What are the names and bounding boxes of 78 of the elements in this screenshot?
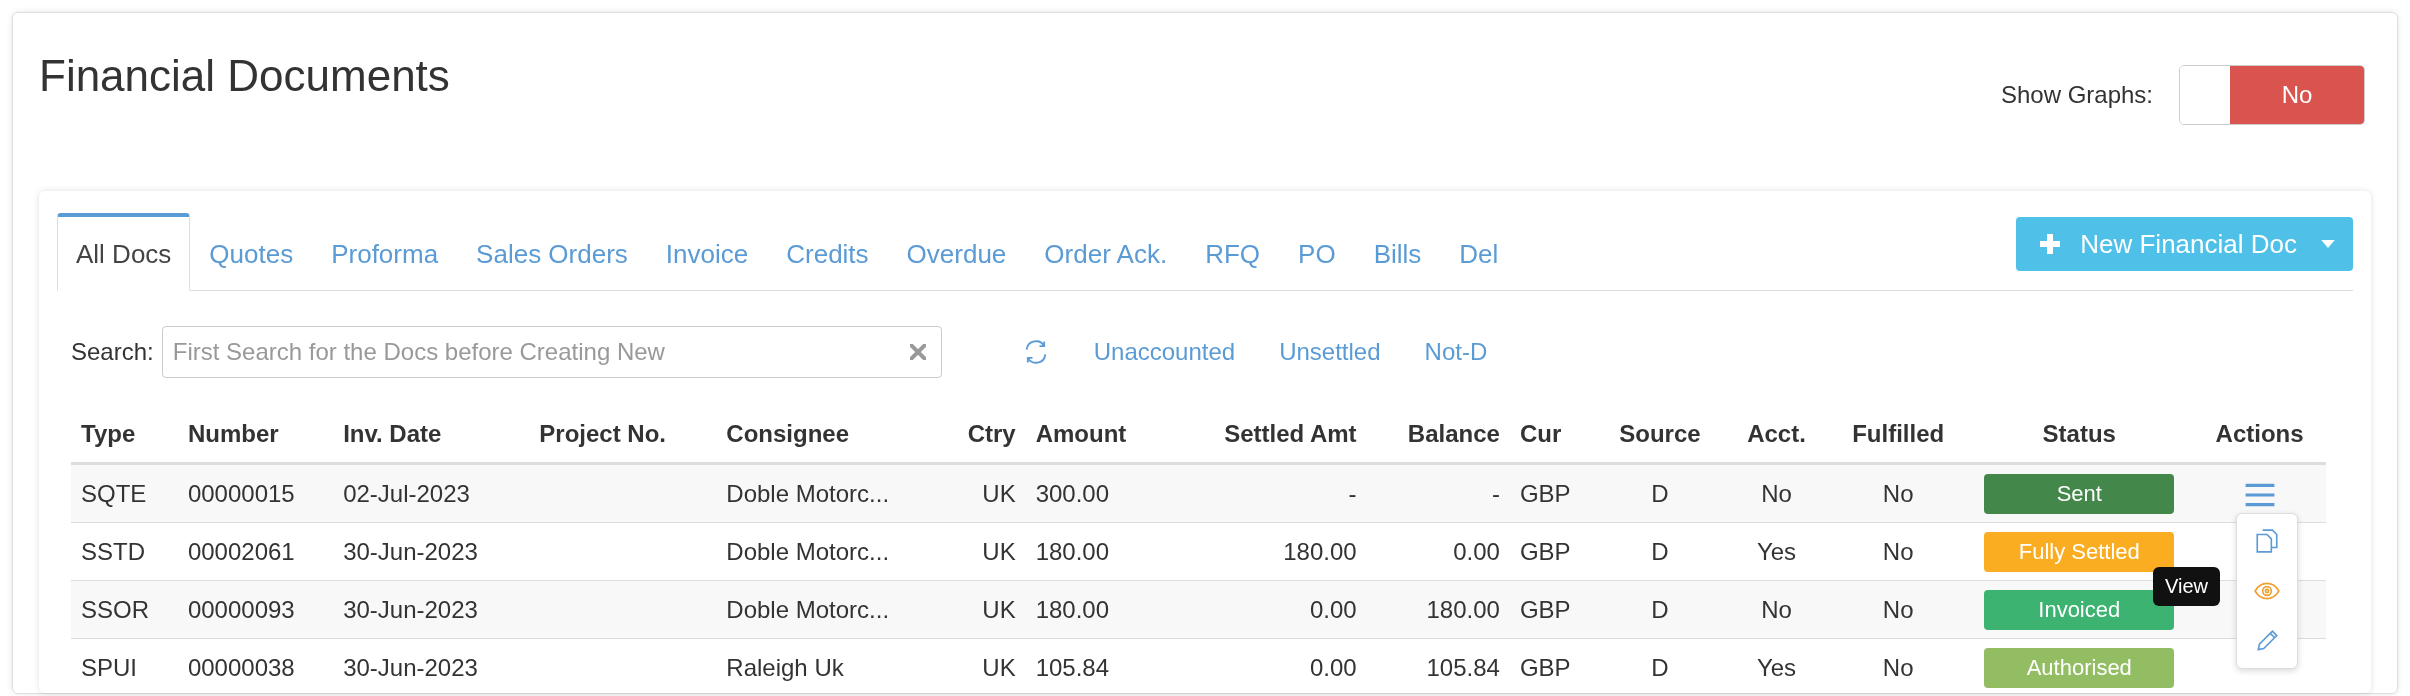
table-cell: 30-Jun-2023 [333, 580, 530, 639]
filter-link[interactable]: Unsettled [1279, 338, 1381, 366]
table-cell: 30-Jun-2023 [333, 522, 530, 581]
table-cell: UK [938, 463, 1026, 523]
table-cell: D [1597, 522, 1723, 581]
table-cell: No [1831, 463, 1966, 523]
table-cell: 105.84 [1025, 638, 1160, 696]
table-cell: 180.00 [1025, 580, 1160, 639]
filter-link[interactable]: Not-D [1424, 338, 1488, 366]
tab[interactable]: Invoice [646, 213, 768, 291]
tab[interactable]: Proforma [312, 213, 458, 291]
tab[interactable]: PO [1279, 213, 1355, 291]
table-cell: Doble Motorc... [716, 522, 939, 581]
page-title: Financial Documents [39, 51, 450, 101]
search-field[interactable]: First Search for the Docs before Creating New [161, 326, 942, 378]
table-cell: 0.00 [1159, 638, 1367, 696]
table-cell: GBP [1509, 522, 1598, 581]
graphs-toggle[interactable]: No [2179, 65, 2365, 125]
clear-icon[interactable] [909, 344, 926, 360]
tab[interactable]: Quotes [190, 213, 313, 291]
pencil-icon[interactable] [2254, 628, 2280, 654]
table-cell: 105.84 [1366, 638, 1510, 696]
table-cell: 0.00 [1366, 522, 1510, 581]
table-cell: D [1597, 463, 1723, 523]
caret-icon [2321, 239, 2335, 249]
search-label: Search: [71, 338, 154, 366]
tab[interactable]: Del [1440, 213, 1518, 291]
table-cell: 02-Jul-2023 [333, 463, 530, 523]
tab[interactable]: Order Ack. [1025, 213, 1187, 291]
table-cell: 180.00 [1366, 580, 1510, 639]
table-cell: UK [938, 580, 1026, 639]
table-cell: 00002061 [177, 522, 334, 581]
table-cell: SSTD [71, 522, 178, 581]
tab[interactable]: All Docs [57, 213, 191, 291]
table-cell: No [1831, 522, 1966, 581]
status-label: Authorised [1984, 647, 2175, 688]
table-cell: SQTE [71, 463, 178, 523]
plus-icon [2038, 232, 2063, 256]
table-cell: 30-Jun-2023 [333, 638, 530, 696]
table-cell: 0.00 [1159, 580, 1367, 639]
table-cell: No [1722, 580, 1831, 639]
tab[interactable]: Bills [1354, 213, 1441, 291]
table-cell: 00000038 [177, 638, 334, 696]
table-cell: GBP [1509, 638, 1598, 696]
table-cell: Doble Motorc... [716, 463, 939, 523]
table-cell: D [1597, 580, 1723, 639]
tab[interactable]: Credits [767, 213, 888, 291]
table-cell: Raleigh Uk [716, 638, 939, 696]
table-cell: GBP [1509, 580, 1598, 639]
table-cell: Yes [1722, 638, 1831, 696]
table-cell: 180.00 [1025, 522, 1160, 581]
table-cell: - [1366, 463, 1510, 523]
tab[interactable]: Overdue [887, 213, 1026, 291]
table-cell: No [1722, 463, 1831, 523]
table-cell: - [1159, 463, 1367, 523]
table-cell: GBP [1509, 463, 1598, 523]
table-cell: 300.00 [1025, 463, 1160, 523]
status-label: Sent [1984, 473, 2175, 514]
table-cell: Doble Motorc... [716, 580, 939, 639]
table-cell: D [1597, 638, 1723, 696]
tab[interactable]: Sales Orders [457, 213, 647, 291]
table-cell: 00000093 [177, 580, 334, 639]
copy-icon[interactable] [2254, 528, 2280, 554]
filter-link[interactable]: Unaccounted [1093, 338, 1236, 366]
table-cell: Yes [1722, 522, 1831, 581]
table-cell: SPUI [71, 638, 178, 696]
table-cell: UK [938, 522, 1026, 581]
status-label: Fully Settled [1984, 531, 2175, 572]
tab[interactable]: RFQ [1186, 213, 1280, 291]
table-cell: 180.00 [1159, 522, 1367, 581]
table-cell: No [1831, 580, 1966, 639]
toggle-label: Show Graphs: [2000, 81, 2153, 109]
table-cell: 00000015 [177, 463, 334, 523]
menu-icon[interactable] [2244, 483, 2275, 508]
table-cell: No [1831, 638, 1966, 696]
table-cell: SSOR [71, 580, 178, 639]
new-financial-doc-button[interactable]: New Financial Doc [2016, 217, 2353, 271]
table-cell: UK [938, 638, 1026, 696]
